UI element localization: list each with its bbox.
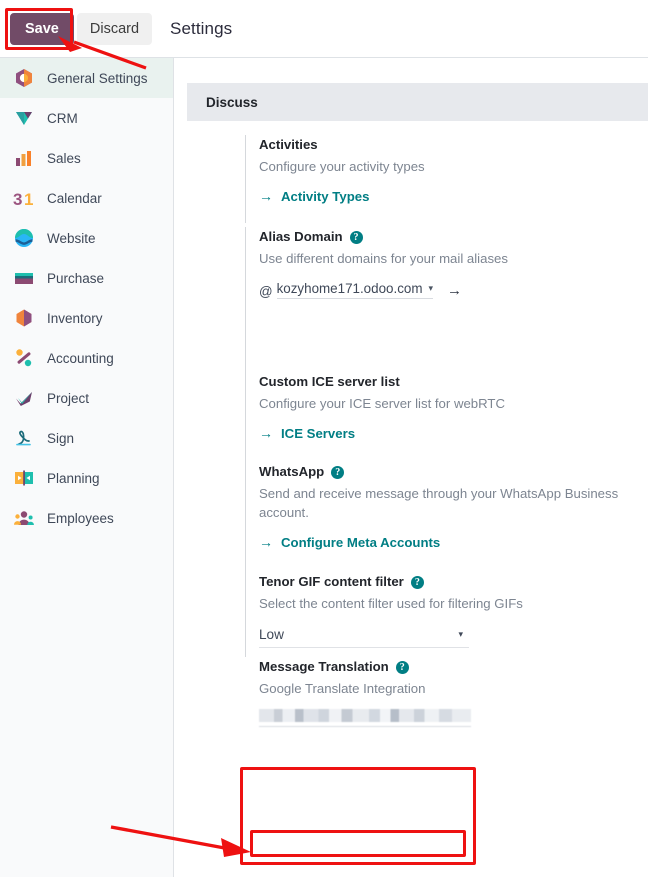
project-check-icon	[13, 387, 35, 409]
setting-title-text: WhatsApp	[259, 462, 324, 482]
alias-domain-value: kozyhome171.odoo.com	[277, 281, 423, 296]
app-root: Save Discard Settings General Settings	[0, 0, 648, 877]
arrow-right-icon: →	[259, 425, 273, 441]
sidebar-item-label: CRM	[47, 111, 78, 126]
sidebar-item-label: Sales	[47, 151, 81, 166]
sidebar-item-label: Inventory	[47, 311, 103, 326]
alias-domain-internal-link[interactable]: →	[447, 282, 462, 299]
setting-custom-ice-server-list: Custom ICE server list Configure your IC…	[245, 372, 645, 462]
sidebar-item-planning[interactable]: Planning	[0, 458, 173, 498]
calendar-31-icon: 3 1	[13, 187, 35, 209]
settings-list: Activities Configure your activity types…	[245, 135, 645, 727]
setting-alias-domain: Alias Domain ? Use different domains for…	[245, 227, 645, 372]
sidebar-item-inventory[interactable]: Inventory	[0, 298, 173, 338]
sidebar-item-sales[interactable]: Sales	[0, 138, 173, 178]
help-icon[interactable]: ?	[396, 661, 409, 674]
svg-text:3: 3	[13, 190, 22, 209]
help-icon[interactable]: ?	[350, 231, 363, 244]
help-icon[interactable]: ?	[411, 576, 424, 589]
link-label: Configure Meta Accounts	[281, 535, 440, 550]
setting-title: WhatsApp ?	[259, 462, 645, 482]
setting-whatsapp: WhatsApp ? Send and receive message thro…	[245, 462, 645, 572]
sidebar-item-label: Planning	[47, 471, 100, 486]
setting-title-text: Tenor GIF content filter	[259, 572, 404, 592]
activity-types-link[interactable]: → Activity Types	[259, 188, 369, 204]
chevron-down-icon: ▾	[429, 283, 434, 294]
purchase-icon	[13, 267, 35, 289]
setting-activities: Activities Configure your activity types…	[245, 135, 645, 223]
google-translate-api-key-input[interactable]	[259, 708, 471, 727]
sidebar-item-calendar[interactable]: 3 1 Calendar	[0, 178, 173, 218]
settings-main-panel: Discuss Activities Configure your activi…	[174, 58, 648, 877]
alias-domain-select[interactable]: kozyhome171.odoo.com ▾	[277, 281, 433, 299]
sidebar-item-label: Purchase	[47, 271, 104, 286]
odoo-settings-icon	[13, 67, 35, 89]
setting-description: Google Translate Integration	[259, 679, 644, 698]
setting-title-text: Activities	[259, 135, 318, 155]
sidebar-item-label: Website	[47, 231, 96, 246]
setting-description: Select the content filter used for filte…	[259, 594, 644, 613]
content-filter-value: Low	[259, 627, 284, 642]
setting-title: Alias Domain ?	[259, 227, 645, 247]
setting-description: Send and receive message through your Wh…	[259, 484, 644, 522]
sidebar-item-general-settings[interactable]: General Settings	[0, 58, 173, 98]
setting-title-text: Custom ICE server list	[259, 372, 400, 392]
setting-title: Activities	[259, 135, 645, 155]
arrow-right-icon: →	[259, 188, 273, 204]
configure-meta-accounts-link[interactable]: → Configure Meta Accounts	[259, 534, 440, 550]
employees-icon	[13, 507, 35, 529]
sidebar-item-crm[interactable]: CRM	[0, 98, 173, 138]
setting-title: Custom ICE server list	[259, 372, 645, 392]
setting-title: Tenor GIF content filter ?	[259, 572, 645, 592]
group-title-discuss: Discuss	[187, 95, 258, 110]
chevron-down-icon: ▾	[458, 629, 463, 640]
settings-sidebar: General Settings CRM Sales	[0, 58, 174, 877]
save-button[interactable]: Save	[10, 13, 74, 45]
sidebar-item-accounting[interactable]: Accounting	[0, 338, 173, 378]
accounting-icon	[13, 347, 35, 369]
sidebar-item-project[interactable]: Project	[0, 378, 173, 418]
inventory-cube-icon	[13, 307, 35, 329]
sidebar-item-sign[interactable]: Sign	[0, 418, 173, 458]
sidebar-item-employees[interactable]: Employees	[0, 498, 173, 538]
at-symbol-icon: @	[259, 284, 273, 299]
sidebar-item-label: General Settings	[47, 71, 148, 86]
sidebar-item-label: Calendar	[47, 191, 102, 206]
sales-icon	[13, 147, 35, 169]
top-control-bar: Save Discard Settings	[0, 0, 648, 58]
setting-title-text: Alias Domain	[259, 227, 343, 247]
sign-pen-icon	[13, 427, 35, 449]
sidebar-item-label: Accounting	[47, 351, 114, 366]
settings-group-header: Discuss	[187, 83, 648, 121]
setting-description: Use different domains for your mail alia…	[259, 249, 644, 268]
arrow-right-icon: →	[259, 534, 273, 550]
setting-tenor-gif-content-filter: Tenor GIF content filter ? Select the co…	[245, 572, 645, 657]
setting-message-translation: Message Translation ? Google Translate I…	[245, 657, 645, 727]
content-filter-select[interactable]: Low ▾	[259, 627, 469, 648]
planning-icon	[13, 467, 35, 489]
setting-title-text: Message Translation	[259, 657, 389, 677]
setting-description: Configure your activity types	[259, 157, 644, 176]
sidebar-item-purchase[interactable]: Purchase	[0, 258, 173, 298]
link-label: Activity Types	[281, 189, 369, 204]
sidebar-item-label: Employees	[47, 511, 114, 526]
setting-title: Message Translation ?	[259, 657, 645, 677]
ice-servers-link[interactable]: → ICE Servers	[259, 425, 355, 441]
page-title: Settings	[170, 19, 232, 39]
help-icon[interactable]: ?	[331, 466, 344, 479]
alias-domain-row: @ kozyhome171.odoo.com ▾ →	[259, 281, 645, 299]
crm-icon	[13, 107, 35, 129]
website-icon	[13, 227, 35, 249]
link-label: ICE Servers	[281, 426, 355, 441]
sidebar-item-label: Project	[47, 391, 89, 406]
sidebar-item-website[interactable]: Website	[0, 218, 173, 258]
discard-button[interactable]: Discard	[77, 13, 152, 45]
sidebar-item-label: Sign	[47, 431, 74, 446]
setting-description: Configure your ICE server list for webRT…	[259, 394, 644, 413]
svg-text:1: 1	[24, 190, 33, 209]
